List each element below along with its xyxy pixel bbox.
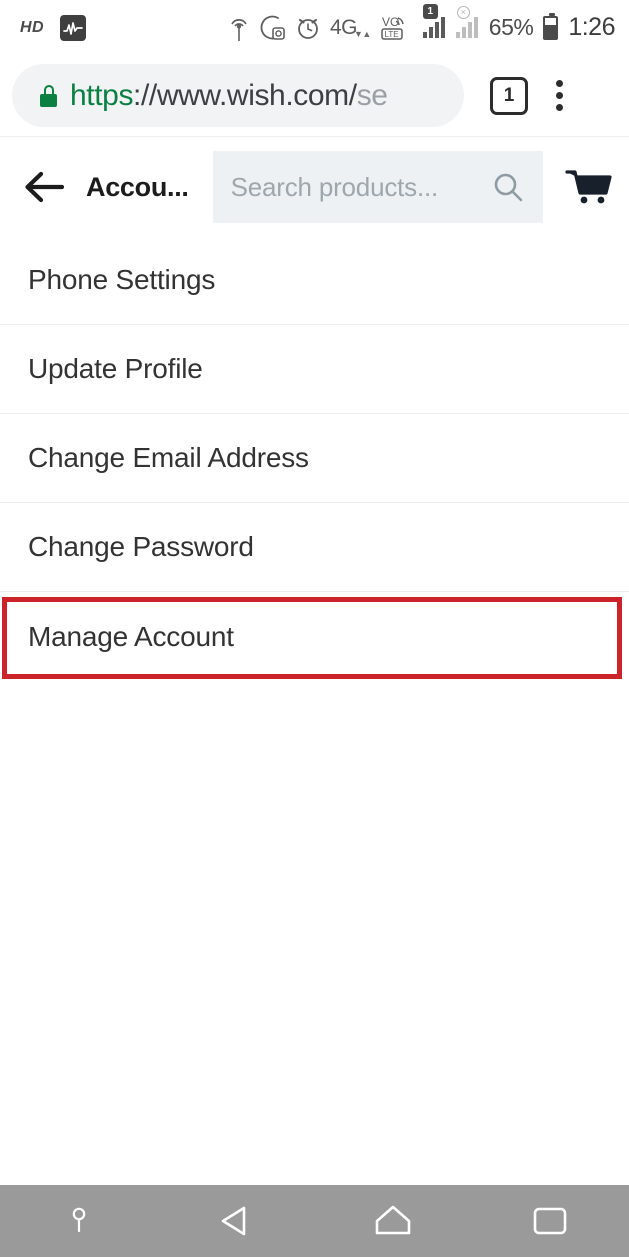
kebab-menu-icon[interactable]	[556, 80, 563, 111]
sim-slot-badge: 1	[422, 4, 438, 19]
search-magnifier-icon[interactable]	[491, 170, 525, 204]
status-bar-left: HD	[20, 14, 87, 41]
url-scheme: https	[70, 78, 134, 112]
location-broadcast-icon	[227, 13, 251, 43]
back-triangle-icon[interactable]	[157, 1185, 314, 1257]
menu-item-label: Phone Settings	[28, 264, 216, 295]
account-menu-list: Phone Settings Update Profile Change Ema…	[0, 236, 629, 681]
sim2-no-service-indicator: ×	[455, 6, 480, 38]
no-service-icon: ×	[456, 6, 470, 19]
menu-item-change-email-address[interactable]: Change Email Address	[0, 414, 629, 503]
menu-item-phone-settings[interactable]: Phone Settings	[0, 236, 629, 325]
app-header: Accou... Search products...	[0, 138, 629, 236]
phone-screen: HD 4G ▼▲ VO LTE 1 × 65% 1:26 https://www…	[0, 0, 629, 1257]
address-bar[interactable]: https://www.wish.com/se	[12, 64, 464, 127]
recents-square-icon[interactable]	[472, 1185, 629, 1257]
clock-label: 1:26	[568, 13, 615, 41]
menu-item-label: Update Profile	[28, 353, 203, 384]
activity-waveform-icon	[60, 14, 87, 41]
keyboard-pin-icon[interactable]	[0, 1185, 157, 1257]
hd-label: HD	[20, 18, 45, 36]
search-placeholder: Search products...	[230, 171, 439, 202]
menu-item-update-profile[interactable]: Update Profile	[0, 325, 629, 414]
back-arrow-icon[interactable]	[22, 167, 66, 207]
menu-item-change-password[interactable]: Change Password	[0, 503, 629, 592]
volte-icon: VO LTE	[380, 13, 414, 43]
browser-toolbar: https://www.wish.com/se 1	[0, 55, 629, 137]
url-host: ://www.wish.com/	[133, 78, 357, 112]
page-title: Accou...	[86, 171, 189, 202]
url-path: se	[356, 78, 388, 112]
home-icon[interactable]	[315, 1185, 472, 1257]
do-not-disturb-moon-icon	[260, 14, 286, 42]
data-transfer-arrows: ▼▲	[353, 28, 371, 39]
sim1-signal-indicator: 1	[422, 4, 447, 38]
shopping-cart-icon[interactable]	[565, 167, 613, 207]
search-input[interactable]: Search products...	[212, 151, 543, 223]
menu-item-label: Change Email Address	[28, 442, 309, 473]
menu-item-label: Manage Account	[28, 620, 234, 652]
status-bar-right: 4G ▼▲ VO LTE 1 × 65% 1:26	[227, 4, 615, 43]
svg-text:LTE: LTE	[384, 30, 398, 39]
menu-item-label: Change Password	[28, 531, 254, 562]
tab-switcher-button[interactable]: 1	[490, 76, 528, 115]
battery-icon	[543, 12, 559, 40]
status-bar: HD 4G ▼▲ VO LTE 1 × 65% 1:26	[0, 0, 629, 55]
android-navigation-bar	[0, 1185, 629, 1257]
secure-lock-icon	[40, 84, 57, 107]
alarm-clock-icon	[295, 14, 321, 42]
network-type-indicator: 4G ▼▲	[329, 15, 371, 39]
url-text: https://www.wish.com/se	[70, 79, 388, 113]
battery-percent-label: 65%	[488, 14, 534, 40]
menu-item-manage-account[interactable]: Manage Account	[0, 592, 629, 681]
